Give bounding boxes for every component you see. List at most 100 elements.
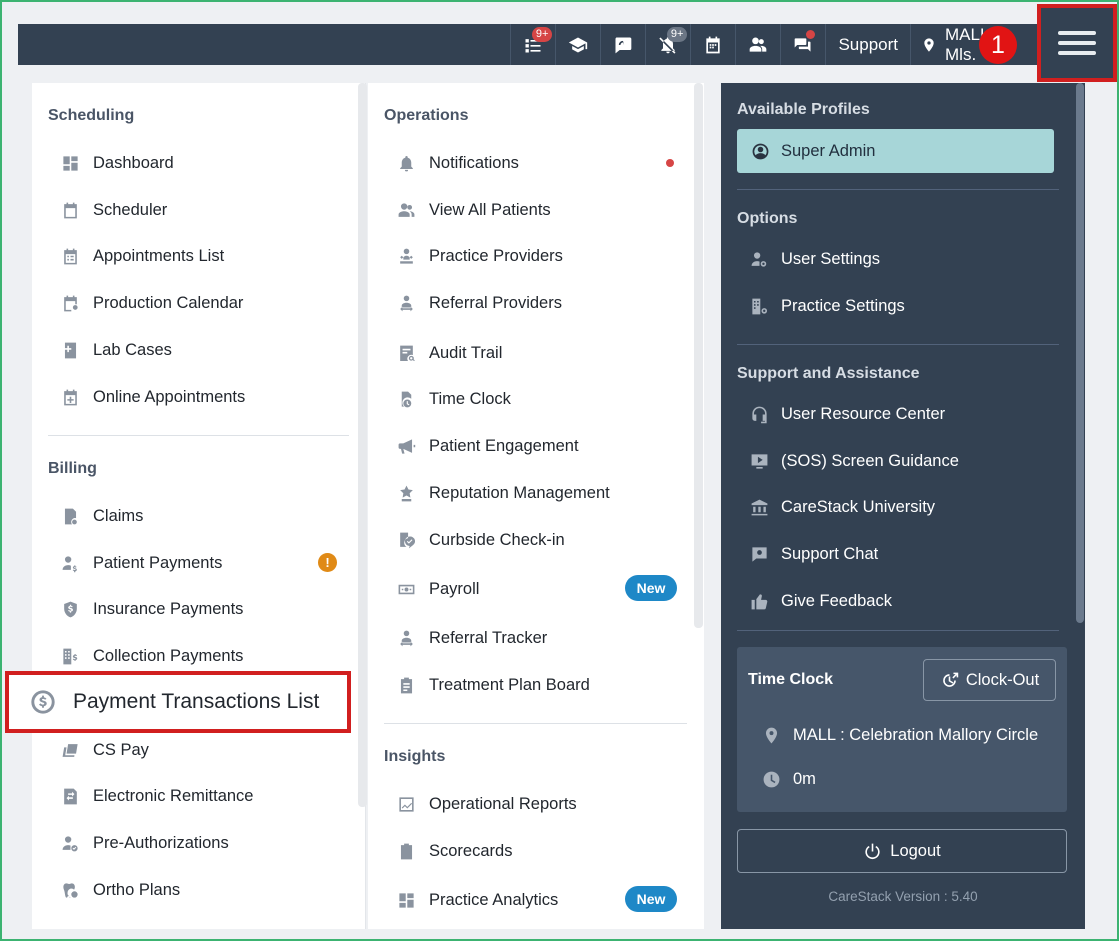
menu-item-electronic-remittance[interactable]: Electronic Remittance xyxy=(60,786,253,806)
notification-dot xyxy=(666,159,674,167)
power-icon xyxy=(865,843,880,859)
practice-settings-link[interactable]: Practice Settings xyxy=(749,296,905,316)
link-label: User Settings xyxy=(781,249,881,268)
location-selector[interactable]: MALL : Mls. xyxy=(910,24,1040,65)
users-button[interactable] xyxy=(735,24,780,65)
menu-item-label: Patient Payments xyxy=(93,553,223,572)
lab-case-icon xyxy=(60,340,80,360)
hamburger-menu-button[interactable] xyxy=(1037,4,1117,82)
menu-item-label: Patient Engagement xyxy=(429,436,579,455)
calendar-icon xyxy=(60,200,80,220)
graduation-cap-icon xyxy=(569,37,588,52)
step-badge-1: 1 xyxy=(979,26,1017,64)
referral-tracker-icon xyxy=(396,628,416,648)
alerts-button[interactable]: 9+ xyxy=(645,24,690,65)
menu-item-appointments-list[interactable]: Appointments List xyxy=(60,246,224,266)
cs-pay-icon xyxy=(60,740,80,760)
user-settings-link[interactable]: User Settings xyxy=(749,249,880,269)
menu-item-practice-analytics[interactable]: Practice Analytics xyxy=(396,890,558,910)
menu-item-curbside-check-in[interactable]: Curbside Check-in xyxy=(396,530,565,550)
referral-providers-icon xyxy=(396,293,416,313)
support-title: Support and Assistance xyxy=(737,365,920,382)
menu-item-lab-cases[interactable]: Lab Cases xyxy=(60,340,172,360)
tasks-badge: 9+ xyxy=(531,27,553,42)
screen-guidance-link[interactable]: (SOS) Screen Guidance xyxy=(749,451,959,471)
menu-item-operational-reports[interactable]: Operational Reports xyxy=(396,794,577,814)
menu-item-label: Electronic Remittance xyxy=(93,786,254,805)
user-check-icon xyxy=(60,833,80,853)
menu-item-payroll[interactable]: Payroll xyxy=(396,579,479,599)
user-circle-icon xyxy=(752,143,769,159)
shield-dollar-icon xyxy=(60,599,80,619)
menu-item-notifications[interactable]: Notifications xyxy=(396,153,519,173)
menu-item-label: Scorecards xyxy=(429,841,513,860)
menu-item-insurance-payments[interactable]: Insurance Payments xyxy=(60,599,243,619)
menu-item-treatment-plan-board[interactable]: Treatment Plan Board xyxy=(396,675,590,695)
carestack-university-link[interactable]: CareStack University xyxy=(749,497,935,517)
line-chart-icon xyxy=(396,794,416,814)
menu-item-collection-payments[interactable]: Collection Payments xyxy=(60,646,243,666)
menu-item-practice-providers[interactable]: Practice Providers xyxy=(396,246,563,266)
profile-super-admin[interactable]: Super Admin xyxy=(737,129,1054,173)
audit-icon xyxy=(396,343,416,363)
billing-title: Billing xyxy=(48,460,97,477)
menu-item-referral-providers[interactable]: Referral Providers xyxy=(396,293,562,313)
menu-item-view-all-patients[interactable]: View All Patients xyxy=(396,200,551,220)
learning-button[interactable] xyxy=(555,24,600,65)
menu-item-reputation-management[interactable]: Reputation Management xyxy=(396,483,610,503)
time-clock-card: Time Clock Clock-Out MALL : Celebration … xyxy=(737,647,1067,812)
menu-item-patient-engagement[interactable]: Patient Engagement xyxy=(396,436,579,456)
user-resource-center-link[interactable]: User Resource Center xyxy=(749,404,945,424)
section-divider xyxy=(737,630,1059,631)
menu-item-ortho-plans[interactable]: Ortho Plans xyxy=(60,880,180,900)
section-divider xyxy=(384,723,687,724)
menu-item-label: Production Calendar xyxy=(93,293,244,312)
profile-label: Super Admin xyxy=(781,141,876,160)
providers-icon xyxy=(396,246,416,266)
menu-item-audit-trail[interactable]: Audit Trail xyxy=(396,343,502,363)
clock-out-button[interactable]: Clock-Out xyxy=(923,659,1056,701)
menu-item-cs-pay[interactable]: CS Pay xyxy=(60,740,149,760)
support-chat-link[interactable]: Support Chat xyxy=(749,544,878,564)
menu-item-referral-tracker[interactable]: Referral Tracker xyxy=(396,628,547,648)
link-label: Give Feedback xyxy=(781,591,892,610)
thumbs-up-icon xyxy=(749,591,769,611)
logout-label: Logout xyxy=(890,841,941,860)
menu-item-payment-transactions-list[interactable]: Payment Transactions List xyxy=(5,671,351,733)
menu-item-label: Referral Tracker xyxy=(429,628,548,647)
time-clock-location: MALL : Celebration Mallory Circle xyxy=(761,725,1038,745)
menu-item-label: Curbside Check-in xyxy=(429,530,565,549)
link-label: CareStack University xyxy=(781,497,936,516)
menu-item-label: CS Pay xyxy=(93,740,149,759)
menu-item-online-appointments[interactable]: Online Appointments xyxy=(60,387,245,407)
messages-button[interactable] xyxy=(780,24,825,65)
menu-item-claims[interactable]: Claims xyxy=(60,506,143,526)
feedback-button[interactable] xyxy=(600,24,645,65)
tasks-button[interactable]: 9+ xyxy=(510,24,555,65)
location-text: MALL : Celebration Mallory Circle xyxy=(793,725,1039,744)
menu-item-dashboard[interactable]: Dashboard xyxy=(60,153,174,173)
menu-item-scorecards[interactable]: Scorecards xyxy=(396,841,512,861)
building-gear-icon xyxy=(749,296,769,316)
left-scrollbar[interactable] xyxy=(358,83,367,807)
menu-item-production-calendar[interactable]: Production Calendar xyxy=(60,293,243,313)
menu-item-patient-payments[interactable]: Patient Payments xyxy=(60,553,222,573)
scorecard-icon xyxy=(396,841,416,861)
right-scrollbar[interactable] xyxy=(1076,83,1084,623)
menu-item-label: Referral Providers xyxy=(429,293,562,312)
menu-item-time-clock[interactable]: Time Clock xyxy=(396,389,511,409)
profile-panel: Available Profiles Super Admin Options U… xyxy=(721,83,1085,929)
menu-item-pre-authorizations[interactable]: Pre-Authorizations xyxy=(60,833,229,853)
chat-gear-icon xyxy=(749,544,769,564)
middle-scrollbar[interactable] xyxy=(694,83,703,628)
payroll-icon xyxy=(396,579,416,599)
menu-item-scheduler[interactable]: Scheduler xyxy=(60,200,167,220)
calendar-button[interactable] xyxy=(690,24,735,65)
menu-item-label: Audit Trail xyxy=(429,343,503,362)
support-link[interactable]: Support xyxy=(825,24,910,65)
calendar-gear-icon xyxy=(60,293,80,313)
give-feedback-link[interactable]: Give Feedback xyxy=(749,591,892,611)
time-clock-duration: 0m xyxy=(761,769,816,789)
logout-button[interactable]: Logout xyxy=(737,829,1067,873)
clock-out-icon xyxy=(942,672,959,687)
